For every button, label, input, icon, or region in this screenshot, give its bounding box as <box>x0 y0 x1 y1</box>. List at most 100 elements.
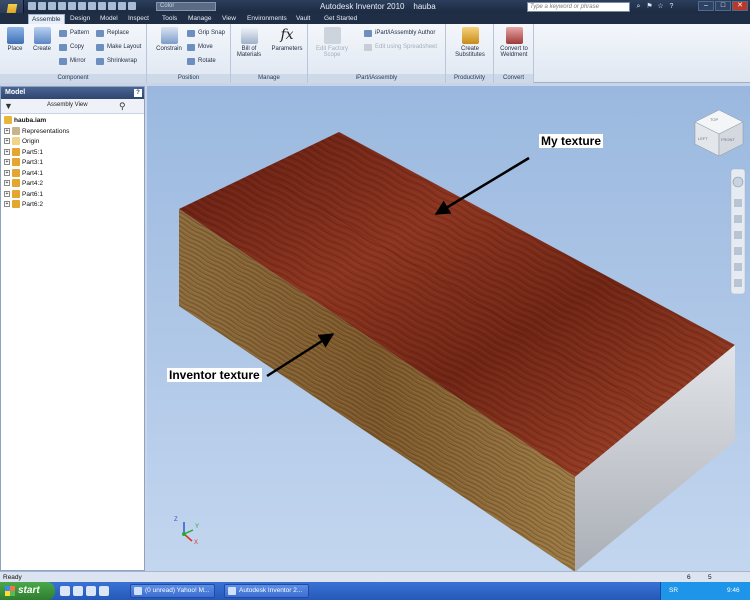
close-button[interactable]: ✕ <box>732 1 748 11</box>
tab-tools[interactable]: Tools <box>159 14 180 24</box>
tab-manage[interactable]: Manage <box>185 14 215 24</box>
color-selector[interactable]: Color <box>156 2 216 11</box>
redo-icon[interactable] <box>68 2 76 10</box>
expand-icon[interactable]: + <box>4 148 10 155</box>
expand-icon[interactable]: + <box>4 169 10 176</box>
edit-spreadsheet-button[interactable]: Edit using Spreadsheet <box>364 42 437 52</box>
help-icon[interactable]: ? <box>134 89 142 97</box>
grip-snap-button[interactable]: Grip Snap <box>187 28 225 38</box>
browser-header[interactable]: Model? <box>1 87 144 99</box>
substitutes-icon <box>461 27 479 44</box>
panel-label-productivity: Productivity <box>446 74 493 83</box>
tab-environments[interactable]: Environments <box>244 14 290 24</box>
triad-z-label: Z <box>174 517 178 523</box>
language-indicator[interactable]: SR <box>669 582 678 600</box>
tree-root[interactable]: hauba.iam <box>4 116 144 127</box>
mirror-button[interactable]: Mirror <box>59 56 86 66</box>
rotate-button[interactable]: Rotate <box>187 56 216 66</box>
constrain-button[interactable]: Constrain <box>151 27 187 52</box>
assembly-view-dropdown[interactable]: Assembly View <box>47 102 88 108</box>
create-icon <box>33 27 51 44</box>
open-icon[interactable] <box>38 2 46 10</box>
tree-node-representations[interactable]: + Representations <box>4 126 144 138</box>
weldment-icon <box>505 27 523 44</box>
tree-node-part[interactable]: + Part3:1 <box>4 158 144 169</box>
tab-inspect[interactable]: Inspect <box>125 14 152 24</box>
wood-block[interactable] <box>179 132 735 571</box>
tree-node-part[interactable]: + Part5:1 <box>4 147 144 159</box>
new-icon[interactable] <box>28 2 36 10</box>
start-button[interactable]: start <box>0 582 55 600</box>
find-icon[interactable]: ⚲ <box>119 101 126 112</box>
desktop-icon[interactable] <box>99 586 109 596</box>
representations-icon <box>12 126 20 135</box>
ie-icon[interactable] <box>60 586 70 596</box>
browser-icon[interactable] <box>73 586 83 596</box>
panel-label-position: Position <box>147 74 230 83</box>
part-icon <box>12 147 20 156</box>
shrinkwrap-button[interactable]: Shrinkwrap <box>96 56 137 66</box>
model-canvas[interactable] <box>147 86 750 571</box>
subscription-icon[interactable]: ⚑ <box>645 2 654 11</box>
create-substitutes-button[interactable]: Create Substitutes <box>450 27 490 58</box>
tab-model[interactable]: Model <box>97 14 121 24</box>
expand-icon[interactable]: + <box>4 190 10 197</box>
window-controls: – □ ✕ <box>698 1 748 11</box>
undo-icon[interactable] <box>58 2 66 10</box>
bill-of-materials-button[interactable]: Bill of Materials <box>233 27 265 58</box>
panel-label-component[interactable]: Component <box>0 74 146 83</box>
help-icon[interactable]: ? <box>667 2 676 11</box>
convert-weldment-button[interactable]: Convert to Weldment <box>496 27 532 58</box>
filter-icon[interactable]: ▼ <box>4 102 13 111</box>
tab-vault[interactable]: Vault <box>293 14 313 24</box>
pattern-button[interactable]: Pattern <box>59 28 89 38</box>
maximize-button[interactable]: □ <box>715 1 731 11</box>
taskbar-item-yahoo[interactable]: (0 unread) Yahoo! M... <box>130 584 215 598</box>
properties-icon[interactable] <box>98 2 106 10</box>
taskbar-item-inventor[interactable]: Autodesk Inventor 2... <box>224 584 309 598</box>
tab-get-started[interactable]: Get Started <box>321 14 360 24</box>
constrain-icon <box>160 27 178 44</box>
select-icon[interactable] <box>108 2 116 10</box>
ipart-author-button[interactable]: iPart/iAssembly Author <box>364 28 435 38</box>
home-icon[interactable] <box>78 2 86 10</box>
part-icon <box>12 168 20 177</box>
expand-icon[interactable]: + <box>4 201 10 208</box>
replace-button[interactable]: Replace <box>96 28 129 38</box>
print-icon[interactable] <box>88 2 96 10</box>
make-layout-button[interactable]: Make Layout <box>96 42 141 52</box>
tree-node-part[interactable]: + Part6:1 <box>4 189 144 201</box>
graphics-window[interactable]: My texture Inventor texture TOP FRONT LE… <box>147 86 750 571</box>
place-button[interactable]: Place <box>0 27 30 52</box>
copy-button[interactable]: Copy <box>59 42 84 52</box>
favorites-icon[interactable]: ☆ <box>656 2 665 11</box>
tree-node-part[interactable]: + Part6:2 <box>4 200 144 211</box>
return-icon[interactable] <box>128 2 136 10</box>
expand-icon[interactable]: + <box>4 127 10 134</box>
viewcube[interactable] <box>694 109 744 157</box>
search-icon[interactable]: ⌕ <box>634 2 643 11</box>
triad-x-label: X <box>194 540 199 546</box>
edit-factory-scope-button[interactable]: Edit Factory Scope <box>312 27 352 58</box>
expand-icon[interactable]: + <box>4 138 10 145</box>
minimize-button[interactable]: – <box>698 1 714 11</box>
update-icon[interactable] <box>118 2 126 10</box>
expand-icon[interactable]: + <box>4 180 10 187</box>
search-input[interactable]: Type a keyword or phrase <box>527 2 630 12</box>
tab-view[interactable]: View <box>219 14 239 24</box>
tree-node-part[interactable]: + Part4:2 <box>4 179 144 190</box>
tab-assemble[interactable]: Assemble <box>28 14 65 24</box>
tree-node-part[interactable]: + Part4:1 <box>4 168 144 180</box>
tree-node-origin[interactable]: + Origin <box>4 137 144 148</box>
viewcube-top-label: TOP <box>710 117 719 122</box>
save-icon[interactable] <box>48 2 56 10</box>
parameters-button[interactable]: fx Parameters <box>269 27 305 52</box>
folder-icon <box>12 137 20 146</box>
expand-icon[interactable]: + <box>4 159 10 166</box>
panel-label-convert[interactable]: Convert <box>494 74 533 83</box>
media-icon[interactable] <box>86 586 96 596</box>
create-button[interactable]: Create <box>27 27 57 52</box>
move-button[interactable]: Move <box>187 42 213 52</box>
navigation-bar[interactable] <box>730 168 746 295</box>
tab-design[interactable]: Design <box>67 14 93 24</box>
